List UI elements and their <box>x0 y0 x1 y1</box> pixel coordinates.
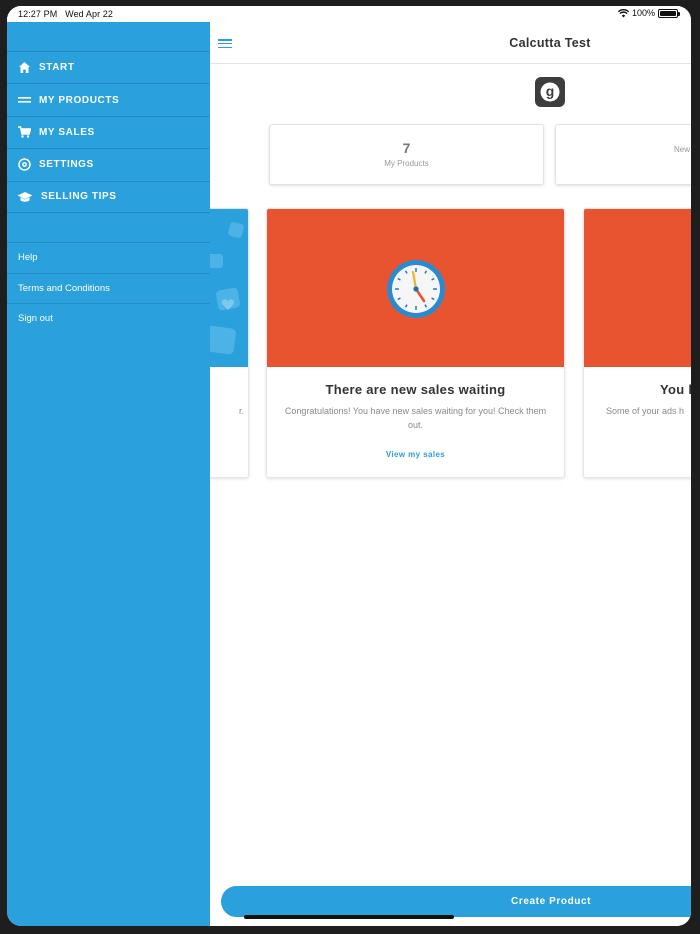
card-hero <box>267 209 564 367</box>
sidebar-item-start[interactable]: START <box>7 51 210 83</box>
card-text: Some of your ads h <box>606 406 685 416</box>
wifi-icon <box>617 8 629 17</box>
ipad-screen: 12:27 PM Wed Apr 22 100% START MY PRODUC… <box>7 6 691 926</box>
sidebar-nav: START MY PRODUCTS MY SALES SETTINGS SELL… <box>7 51 210 213</box>
sidebar-item-label: START <box>39 62 75 74</box>
stat-card-new[interactable]: New <box>555 124 691 185</box>
status-indicators: 100% <box>617 8 680 18</box>
sidebar-link-label: Sign out <box>18 313 53 325</box>
sidebar-item-my-products[interactable]: MY PRODUCTS <box>7 83 210 115</box>
clock-icon <box>387 260 445 318</box>
sidebar-item-settings[interactable]: SETTINGS <box>7 148 210 180</box>
main-content: Calcutta Test g 7 My Products New r. The… <box>198 22 691 926</box>
sidebar-link-help[interactable]: Help <box>7 242 210 273</box>
sidebar-link-label: Terms and Conditions <box>18 282 110 294</box>
create-product-label: Create Product <box>511 896 592 907</box>
sidebar-item-label: MY SALES <box>39 126 95 138</box>
app-logo: g <box>535 77 565 107</box>
battery-percent: 100% <box>631 8 655 18</box>
sidebar-item-label: MY PRODUCTS <box>39 94 120 106</box>
stat-label: My Products <box>384 159 429 168</box>
stat-card-my-products[interactable]: 7 My Products <box>269 124 544 185</box>
list-icon <box>17 93 31 107</box>
create-product-button[interactable]: Create Product <box>221 886 691 917</box>
stat-value: 7 <box>402 140 411 156</box>
hamburger-icon[interactable] <box>218 39 232 49</box>
card-hero <box>584 209 691 367</box>
status-time: 12:27 PM Wed Apr 22 <box>18 9 114 19</box>
card-title: There are new sales waiting <box>325 382 506 397</box>
settings-icon <box>17 158 31 172</box>
graduation-cap-icon <box>17 190 33 204</box>
promo-card-next[interactable]: You h Some of your ads h <box>583 208 691 478</box>
promo-card-new-sales[interactable]: There are new sales waiting Congratulati… <box>266 208 565 478</box>
home-icon <box>17 61 31 75</box>
sidebar: START MY PRODUCTS MY SALES SETTINGS SELL… <box>7 22 210 926</box>
page-title: Calcutta Test <box>509 36 591 50</box>
view-my-sales-link[interactable]: View my sales <box>267 450 564 459</box>
home-indicator <box>244 915 454 919</box>
status-bar: 12:27 PM Wed Apr 22 100% <box>7 6 691 22</box>
sidebar-secondary-links: Help Terms and Conditions Sign out <box>7 242 210 334</box>
card-title: You h <box>660 382 691 397</box>
sidebar-link-sign-out[interactable]: Sign out <box>7 303 210 334</box>
sidebar-item-selling-tips[interactable]: SELLING TIPS <box>7 180 210 213</box>
logo-letter: g <box>546 83 555 99</box>
sidebar-item-my-sales[interactable]: MY SALES <box>7 115 210 148</box>
sidebar-link-terms[interactable]: Terms and Conditions <box>7 272 210 304</box>
sidebar-link-label: Help <box>18 252 38 264</box>
top-navbar: Calcutta Test <box>210 22 691 64</box>
sidebar-item-label: SELLING TIPS <box>41 191 117 203</box>
cart-icon <box>17 125 31 139</box>
sidebar-item-label: SETTINGS <box>39 159 94 171</box>
battery-icon <box>658 8 680 18</box>
stat-label: New <box>674 145 691 154</box>
card-text: Congratulations! You have new sales wait… <box>284 406 547 430</box>
